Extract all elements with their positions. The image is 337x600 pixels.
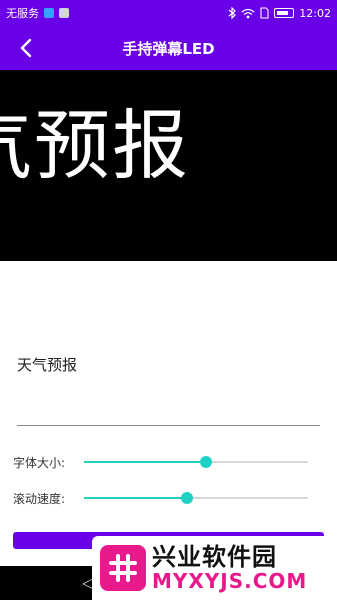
- message-input[interactable]: 天气预报: [17, 346, 320, 426]
- font-size-slider-thumb[interactable]: [200, 456, 213, 468]
- font-size-slider-row: 字体大小:: [0, 450, 337, 474]
- page-title: 手持弹幕LED: [122, 39, 215, 58]
- message-input-wrap: 天气预报: [17, 346, 320, 428]
- image-notification-icon: [59, 8, 69, 18]
- clock-text: 12:02: [299, 6, 331, 20]
- font-size-slider-fill: [84, 461, 207, 463]
- watermark-logo-icon: [100, 545, 146, 591]
- status-bar: 无服务 12:02: [0, 0, 337, 26]
- back-button[interactable]: [10, 32, 42, 64]
- bluetooth-icon: [228, 7, 237, 19]
- status-left: 无服务: [6, 5, 69, 21]
- scroll-speed-slider-thumb[interactable]: [181, 492, 194, 504]
- font-size-label: 字体大小:: [13, 455, 66, 470]
- watermark-name-cn: 兴业软件园: [152, 542, 277, 571]
- sim-icon: [260, 7, 269, 19]
- carrier-text: 无服务: [6, 7, 39, 20]
- chevron-left-icon: [20, 38, 32, 58]
- font-size-slider[interactable]: [84, 456, 308, 468]
- notification-icon: [44, 8, 54, 18]
- watermark-name-en: MYXYJS.COM: [152, 569, 308, 594]
- app-bar: 手持弹幕LED: [0, 26, 337, 70]
- scroll-speed-label: 滚动速度:: [13, 491, 66, 506]
- scroll-speed-slider[interactable]: [84, 492, 308, 504]
- led-scrolling-text: 气预报: [0, 101, 190, 190]
- site-watermark: 兴业软件园 MYXYJS.COM: [92, 536, 337, 600]
- watermark-text: 兴业软件园 MYXYJS.COM: [152, 542, 308, 594]
- status-right: 12:02: [228, 7, 331, 20]
- led-preview: 气预报: [0, 70, 337, 261]
- scroll-speed-slider-fill: [84, 497, 188, 499]
- battery-icon: [274, 8, 295, 18]
- wifi-icon: [241, 8, 255, 18]
- scroll-speed-slider-row: 滚动速度:: [0, 486, 337, 510]
